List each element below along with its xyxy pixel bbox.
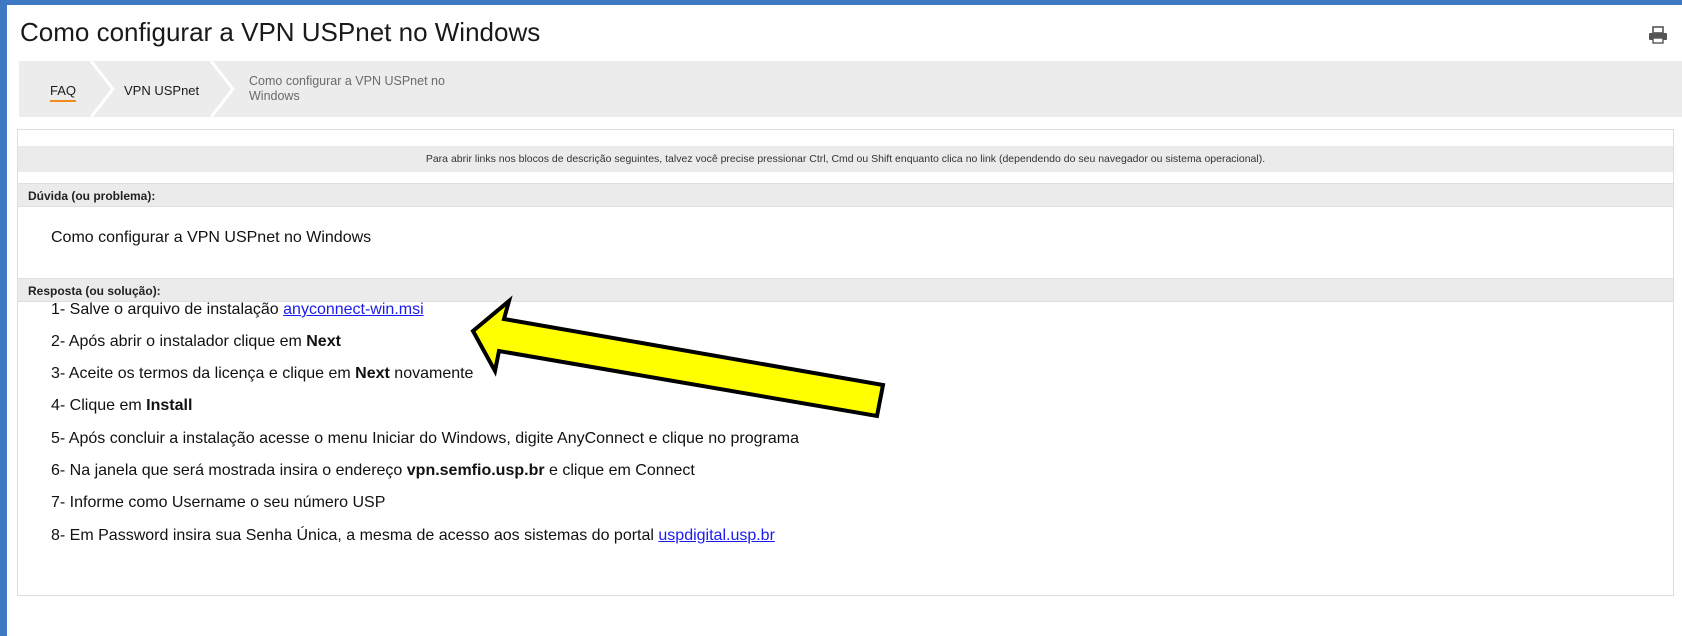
uspdigital-link[interactable]: uspdigital.usp.br <box>658 527 775 544</box>
breadcrumb: FAQ VPN USPnet Como configurar a VPN USP… <box>19 61 1682 117</box>
print-icon[interactable] <box>1647 25 1669 45</box>
breadcrumb-item-current: Como configurar a VPN USPnet no Windows <box>249 74 445 103</box>
question-heading: Dúvida (ou problema): <box>18 183 1673 207</box>
answer-step: 3- Aceite os termos da licença e clique … <box>51 365 474 382</box>
answer-step: 7- Informe como Username o seu número US… <box>51 494 386 511</box>
highlight-arrow-icon <box>470 295 886 419</box>
link-notice: Para abrir links nos blocos de descrição… <box>18 146 1673 172</box>
breadcrumb-chevron-icon <box>209 61 235 117</box>
answer-step: 1- Salve o arquivo de instalação anyconn… <box>51 301 424 318</box>
answer-step: 8- Em Password insira sua Senha Única, a… <box>51 527 775 544</box>
breadcrumb-item-faq[interactable]: FAQ <box>50 83 77 102</box>
answer-step: 6- Na janela que será mostrada insira o … <box>51 462 695 479</box>
question-text: Como configurar a VPN USPnet no Windows <box>51 229 372 246</box>
answer-step: 4- Clique em Install <box>51 397 193 414</box>
page-frame: Como configurar a VPN USPnet no Windows … <box>7 5 1682 636</box>
page-title: Como configurar a VPN USPnet no Windows <box>20 17 541 47</box>
breadcrumb-chevron-icon <box>89 61 115 117</box>
answer-step: 2- Após abrir o instalador clique em Nex… <box>51 333 341 350</box>
anyconnect-download-link[interactable]: anyconnect-win.msi <box>283 301 424 318</box>
breadcrumb-item-vpn-uspnet[interactable]: VPN USPnet <box>124 83 199 98</box>
